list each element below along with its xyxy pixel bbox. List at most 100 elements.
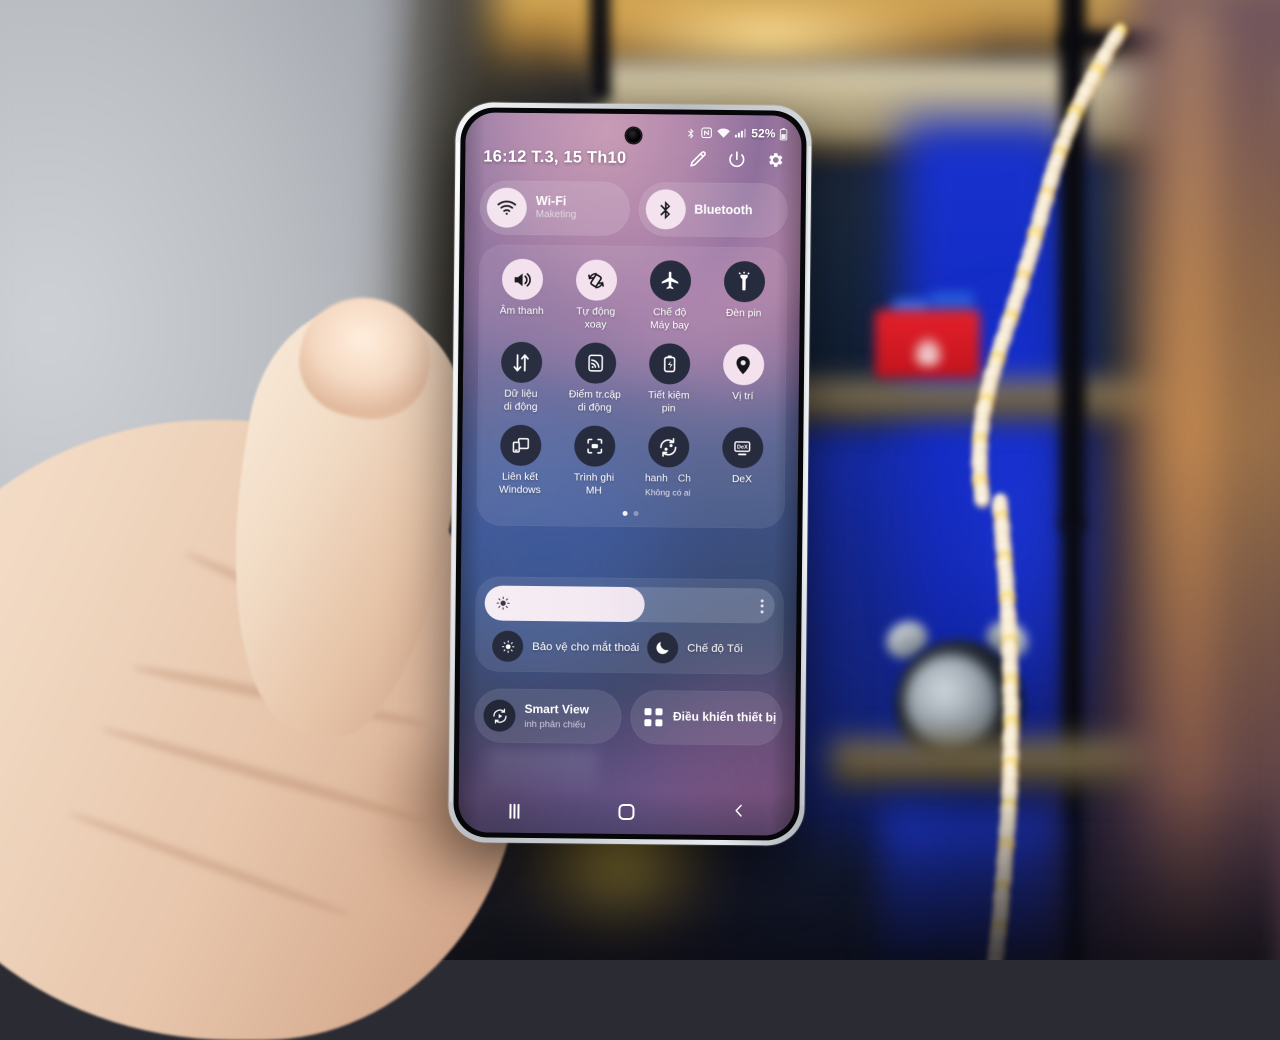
back-button[interactable] [706, 798, 770, 829]
dex-icon: DeX [722, 427, 763, 468]
tile-sound[interactable]: Âm thanh [484, 258, 559, 342]
settings-icon[interactable] [766, 150, 785, 169]
edit-icon[interactable] [688, 150, 707, 169]
tile-label: DeX [732, 474, 752, 487]
tile-label: Âm thanh [500, 306, 544, 319]
recents-icon [509, 803, 520, 818]
header-actions [688, 150, 785, 170]
eye-comfort-label: Bảo vệ cho mắt thoải [532, 640, 639, 653]
link-to-windows-icon [500, 425, 541, 466]
tile-label: Tự độngxoay [576, 306, 615, 332]
tile-screen-recorder[interactable]: Trình ghiMH [557, 425, 632, 509]
bottom-action-pills: Smart View inh phản chiếu Điều khiển thi… [474, 688, 783, 745]
phone-bezel: 52% 16:12 T.3, 15 Th10 [453, 107, 807, 841]
flashlight-icon [723, 261, 764, 302]
phone-screen: 52% 16:12 T.3, 15 Th10 [458, 112, 802, 835]
device-control-title: Điều khiển thiết bị [673, 711, 776, 726]
tile-dex[interactable]: DeX DeX [705, 427, 780, 511]
tile-label: Tiết kiệmpin [648, 390, 690, 416]
tile-flashlight[interactable]: Đèn pin [706, 261, 781, 345]
wifi-icon [716, 127, 730, 139]
home-icon [618, 804, 634, 820]
airplane-icon [649, 260, 690, 301]
nfc-icon [700, 127, 712, 139]
power-icon[interactable] [727, 150, 746, 169]
brightness-slider[interactable] [484, 585, 774, 623]
mobile-data-icon [500, 342, 541, 383]
hotspot-icon [574, 343, 615, 384]
smart-view-icon [483, 699, 515, 731]
tile-label: hanh [645, 473, 668, 486]
tile-label: Điểm tr.cậpdi động [569, 389, 621, 415]
recents-button[interactable] [482, 795, 546, 826]
tile-label: Đèn pin [726, 308, 762, 321]
signal-icon [734, 127, 746, 139]
connectivity-pills: Wi-Fi Maketing Bluetooth [480, 180, 789, 237]
wifi-pill-title: Wi-Fi [536, 194, 577, 209]
smart-view-text: Smart View inh phản chiếu [524, 703, 589, 730]
tile-label-ghost: Ch [678, 474, 691, 487]
brightness-panel: Bảo vệ cho mắt thoải Chế độ Tối [475, 576, 784, 674]
tile-label: Vị trí [732, 391, 753, 404]
bluetooth-icon [645, 189, 685, 229]
smart-view-subtitle: inh phản chiếu [524, 717, 589, 729]
pagination-dot[interactable] [634, 511, 639, 516]
tile-label: Chế độMáy bay [650, 307, 689, 332]
eye-comfort-icon [492, 631, 523, 662]
brightness-actions: Bảo vệ cho mắt thoải Chế độ Tối [484, 630, 774, 666]
navigation-bar [458, 788, 794, 836]
wifi-icon [487, 187, 527, 227]
tile-label-transition: hanh Ch [631, 473, 705, 486]
phone-device: 52% 16:12 T.3, 15 Th10 [448, 102, 812, 846]
auto-rotate-icon [575, 259, 616, 300]
more-options-icon[interactable] [761, 599, 764, 613]
status-bar: 52% [685, 126, 787, 141]
dark-mode-button[interactable]: Chế độ Tối [639, 632, 774, 664]
wifi-pill-text: Wi-Fi Maketing [536, 194, 577, 222]
fairy-light-bead [974, 492, 991, 509]
tile-row: Liên kếtWindows Trình gh [483, 425, 780, 511]
eye-comfort-shield-button[interactable]: Bảo vệ cho mắt thoải [484, 630, 639, 663]
tile-auto-rotate[interactable]: Tự độngxoay [558, 259, 633, 343]
dark-mode-icon [647, 632, 678, 663]
bluetooth-pill-title: Bluetooth [694, 202, 752, 217]
smart-view-button[interactable]: Smart View inh phản chiếu [474, 688, 622, 744]
quick-settings-tiles-panel: Âm thanh Tự độngxoay [476, 244, 787, 528]
tile-sublabel: Không có ai [645, 487, 690, 498]
tile-row: Âm thanh Tự độngxoay [484, 258, 781, 344]
tile-location[interactable]: Vị trí [705, 344, 780, 428]
location-icon [722, 344, 763, 385]
device-control-icon [644, 708, 662, 726]
smart-view-title: Smart View [524, 703, 589, 717]
tile-label: Liên kếtWindows [499, 472, 541, 498]
sound-icon [501, 259, 542, 300]
home-button[interactable] [594, 797, 658, 828]
device-control-button[interactable]: Điều khiển thiết bị [630, 690, 783, 746]
back-icon [730, 802, 747, 824]
tile-row: Dữ liệudi động Điểm tr.cậpdi động [484, 342, 781, 428]
bluetooth-icon [685, 126, 696, 139]
brightness-icon [496, 596, 511, 611]
tile-mobile-data[interactable]: Dữ liệudi động [484, 342, 559, 426]
pagination-dot-active[interactable] [623, 511, 628, 516]
tile-battery-saver[interactable]: Tiết kiệmpin [632, 343, 707, 427]
tile-nearby-share[interactable]: hanh Ch Không có ai [631, 426, 706, 510]
tile-airplane-mode[interactable]: Chế độMáy bay [632, 260, 707, 344]
dark-mode-label: Chế độ Tối [687, 642, 743, 655]
tile-label: Trình ghiMH [574, 473, 615, 499]
bluetooth-pill[interactable]: Bluetooth [638, 182, 788, 238]
svg-text:DeX: DeX [737, 444, 748, 450]
background-app-blur [487, 749, 597, 792]
nearby-share-icon [648, 426, 689, 467]
battery-percentage: 52% [751, 126, 775, 140]
screen-recorder-icon [574, 426, 615, 467]
quick-settings-header: 16:12 T.3, 15 Th10 [483, 147, 785, 169]
bluetooth-pill-text: Bluetooth [694, 202, 752, 217]
clock-and-date: 16:12 T.3, 15 Th10 [483, 147, 626, 167]
battery-icon [780, 127, 788, 140]
wifi-pill[interactable]: Wi-Fi Maketing [480, 180, 630, 236]
tile-hotspot[interactable]: Điểm tr.cậpdi động [558, 342, 633, 426]
tile-link-to-windows[interactable]: Liên kếtWindows [483, 425, 558, 509]
tile-label: Dữ liệudi động [504, 389, 538, 414]
battery-saver-icon [648, 343, 689, 384]
